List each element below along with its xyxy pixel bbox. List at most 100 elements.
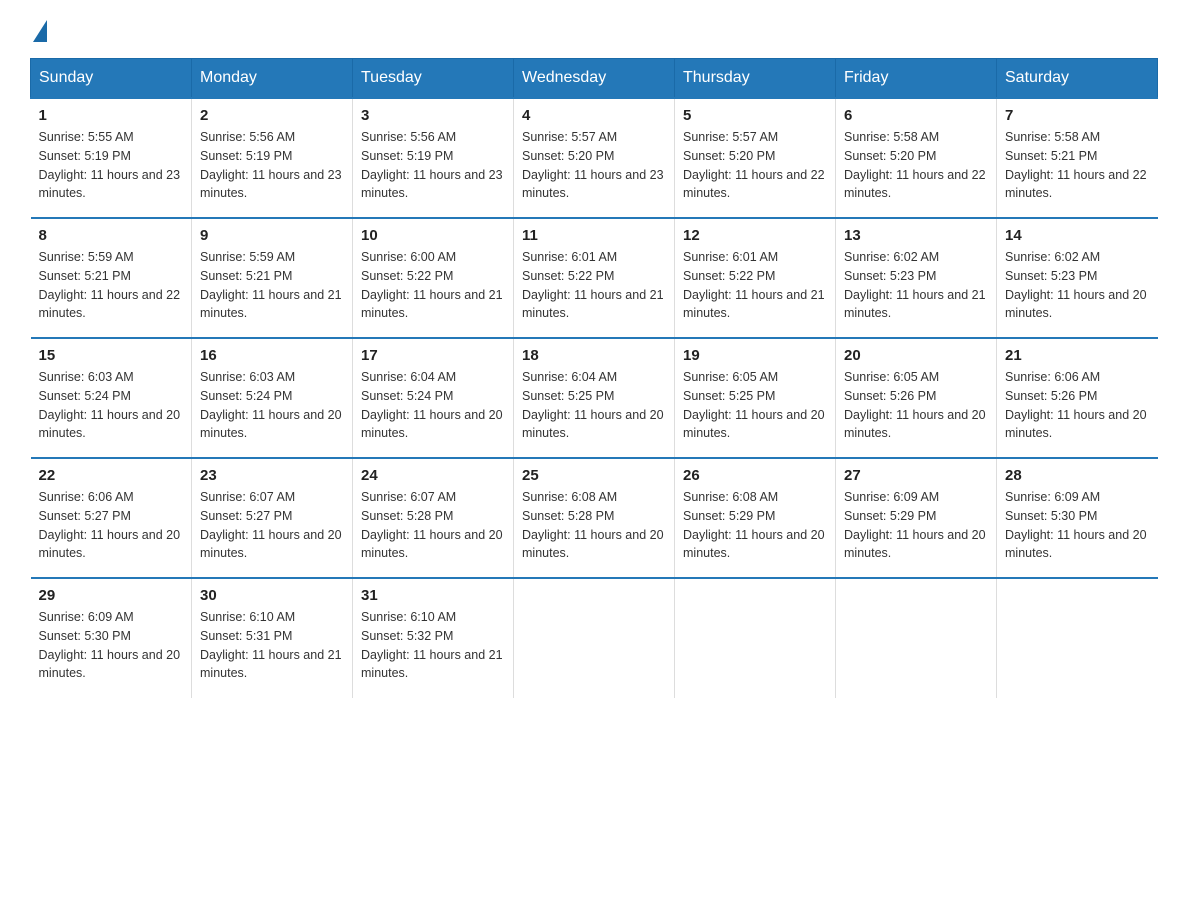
calendar-week-row: 22 Sunrise: 6:06 AMSunset: 5:27 PMDaylig…: [31, 458, 1158, 578]
calendar-cell: 16 Sunrise: 6:03 AMSunset: 5:24 PMDaylig…: [192, 338, 353, 458]
day-info: Sunrise: 6:08 AMSunset: 5:28 PMDaylight:…: [522, 490, 664, 560]
day-number: 15: [39, 347, 184, 364]
calendar-header-wednesday: Wednesday: [514, 59, 675, 99]
day-info: Sunrise: 5:59 AMSunset: 5:21 PMDaylight:…: [39, 250, 181, 320]
day-info: Sunrise: 6:04 AMSunset: 5:24 PMDaylight:…: [361, 370, 503, 440]
day-number: 10: [361, 227, 505, 244]
day-info: Sunrise: 6:00 AMSunset: 5:22 PMDaylight:…: [361, 250, 503, 320]
day-info: Sunrise: 6:04 AMSunset: 5:25 PMDaylight:…: [522, 370, 664, 440]
calendar-cell: 9 Sunrise: 5:59 AMSunset: 5:21 PMDayligh…: [192, 218, 353, 338]
calendar-header-saturday: Saturday: [997, 59, 1158, 99]
day-number: 31: [361, 587, 505, 604]
day-number: 14: [1005, 227, 1150, 244]
calendar-cell: [997, 578, 1158, 698]
day-number: 17: [361, 347, 505, 364]
logo-triangle-icon: [33, 20, 47, 42]
day-number: 27: [844, 467, 988, 484]
day-info: Sunrise: 6:10 AMSunset: 5:32 PMDaylight:…: [361, 610, 503, 680]
day-number: 12: [683, 227, 827, 244]
day-number: 25: [522, 467, 666, 484]
calendar-header-tuesday: Tuesday: [353, 59, 514, 99]
calendar-header-friday: Friday: [836, 59, 997, 99]
page-header: [30, 20, 1158, 38]
day-number: 3: [361, 107, 505, 124]
day-number: 22: [39, 467, 184, 484]
calendar-cell: 23 Sunrise: 6:07 AMSunset: 5:27 PMDaylig…: [192, 458, 353, 578]
day-number: 19: [683, 347, 827, 364]
day-info: Sunrise: 5:59 AMSunset: 5:21 PMDaylight:…: [200, 250, 342, 320]
calendar-cell: 21 Sunrise: 6:06 AMSunset: 5:26 PMDaylig…: [997, 338, 1158, 458]
logo: [30, 20, 47, 38]
day-number: 30: [200, 587, 344, 604]
day-info: Sunrise: 5:56 AMSunset: 5:19 PMDaylight:…: [200, 130, 342, 200]
calendar-cell: 15 Sunrise: 6:03 AMSunset: 5:24 PMDaylig…: [31, 338, 192, 458]
calendar-cell: 14 Sunrise: 6:02 AMSunset: 5:23 PMDaylig…: [997, 218, 1158, 338]
day-info: Sunrise: 5:56 AMSunset: 5:19 PMDaylight:…: [361, 130, 503, 200]
calendar-cell: 17 Sunrise: 6:04 AMSunset: 5:24 PMDaylig…: [353, 338, 514, 458]
day-info: Sunrise: 6:06 AMSunset: 5:26 PMDaylight:…: [1005, 370, 1147, 440]
calendar-header-monday: Monday: [192, 59, 353, 99]
calendar-cell: 13 Sunrise: 6:02 AMSunset: 5:23 PMDaylig…: [836, 218, 997, 338]
day-number: 4: [522, 107, 666, 124]
day-number: 29: [39, 587, 184, 604]
calendar-cell: 5 Sunrise: 5:57 AMSunset: 5:20 PMDayligh…: [675, 98, 836, 218]
day-number: 9: [200, 227, 344, 244]
calendar-cell: 22 Sunrise: 6:06 AMSunset: 5:27 PMDaylig…: [31, 458, 192, 578]
calendar-cell: 18 Sunrise: 6:04 AMSunset: 5:25 PMDaylig…: [514, 338, 675, 458]
day-info: Sunrise: 6:09 AMSunset: 5:30 PMDaylight:…: [1005, 490, 1147, 560]
day-number: 18: [522, 347, 666, 364]
calendar-cell: 27 Sunrise: 6:09 AMSunset: 5:29 PMDaylig…: [836, 458, 997, 578]
calendar-cell: 7 Sunrise: 5:58 AMSunset: 5:21 PMDayligh…: [997, 98, 1158, 218]
calendar-table: SundayMondayTuesdayWednesdayThursdayFrid…: [30, 58, 1158, 698]
day-info: Sunrise: 5:58 AMSunset: 5:21 PMDaylight:…: [1005, 130, 1147, 200]
calendar-cell: 12 Sunrise: 6:01 AMSunset: 5:22 PMDaylig…: [675, 218, 836, 338]
calendar-cell: [675, 578, 836, 698]
calendar-cell: 11 Sunrise: 6:01 AMSunset: 5:22 PMDaylig…: [514, 218, 675, 338]
day-info: Sunrise: 6:09 AMSunset: 5:29 PMDaylight:…: [844, 490, 986, 560]
calendar-cell: 28 Sunrise: 6:09 AMSunset: 5:30 PMDaylig…: [997, 458, 1158, 578]
calendar-header-sunday: Sunday: [31, 59, 192, 99]
day-info: Sunrise: 5:58 AMSunset: 5:20 PMDaylight:…: [844, 130, 986, 200]
day-info: Sunrise: 5:57 AMSunset: 5:20 PMDaylight:…: [683, 130, 825, 200]
day-number: 7: [1005, 107, 1150, 124]
day-info: Sunrise: 6:03 AMSunset: 5:24 PMDaylight:…: [39, 370, 181, 440]
day-info: Sunrise: 6:05 AMSunset: 5:25 PMDaylight:…: [683, 370, 825, 440]
calendar-cell: 1 Sunrise: 5:55 AMSunset: 5:19 PMDayligh…: [31, 98, 192, 218]
calendar-cell: 24 Sunrise: 6:07 AMSunset: 5:28 PMDaylig…: [353, 458, 514, 578]
calendar-cell: 4 Sunrise: 5:57 AMSunset: 5:20 PMDayligh…: [514, 98, 675, 218]
day-number: 28: [1005, 467, 1150, 484]
calendar-cell: 31 Sunrise: 6:10 AMSunset: 5:32 PMDaylig…: [353, 578, 514, 698]
day-info: Sunrise: 6:06 AMSunset: 5:27 PMDaylight:…: [39, 490, 181, 560]
calendar-cell: 3 Sunrise: 5:56 AMSunset: 5:19 PMDayligh…: [353, 98, 514, 218]
calendar-cell: 19 Sunrise: 6:05 AMSunset: 5:25 PMDaylig…: [675, 338, 836, 458]
day-number: 23: [200, 467, 344, 484]
day-info: Sunrise: 5:57 AMSunset: 5:20 PMDaylight:…: [522, 130, 664, 200]
day-info: Sunrise: 6:01 AMSunset: 5:22 PMDaylight:…: [683, 250, 825, 320]
calendar-cell: [836, 578, 997, 698]
day-info: Sunrise: 6:01 AMSunset: 5:22 PMDaylight:…: [522, 250, 664, 320]
calendar-cell: 8 Sunrise: 5:59 AMSunset: 5:21 PMDayligh…: [31, 218, 192, 338]
calendar-cell: 25 Sunrise: 6:08 AMSunset: 5:28 PMDaylig…: [514, 458, 675, 578]
calendar-week-row: 8 Sunrise: 5:59 AMSunset: 5:21 PMDayligh…: [31, 218, 1158, 338]
day-info: Sunrise: 6:07 AMSunset: 5:27 PMDaylight:…: [200, 490, 342, 560]
day-info: Sunrise: 6:02 AMSunset: 5:23 PMDaylight:…: [844, 250, 986, 320]
calendar-cell: 26 Sunrise: 6:08 AMSunset: 5:29 PMDaylig…: [675, 458, 836, 578]
day-info: Sunrise: 6:07 AMSunset: 5:28 PMDaylight:…: [361, 490, 503, 560]
day-number: 11: [522, 227, 666, 244]
day-number: 24: [361, 467, 505, 484]
day-number: 5: [683, 107, 827, 124]
calendar-cell: 29 Sunrise: 6:09 AMSunset: 5:30 PMDaylig…: [31, 578, 192, 698]
day-number: 8: [39, 227, 184, 244]
calendar-week-row: 29 Sunrise: 6:09 AMSunset: 5:30 PMDaylig…: [31, 578, 1158, 698]
calendar-cell: 20 Sunrise: 6:05 AMSunset: 5:26 PMDaylig…: [836, 338, 997, 458]
calendar-cell: 2 Sunrise: 5:56 AMSunset: 5:19 PMDayligh…: [192, 98, 353, 218]
day-number: 1: [39, 107, 184, 124]
day-number: 21: [1005, 347, 1150, 364]
calendar-week-row: 15 Sunrise: 6:03 AMSunset: 5:24 PMDaylig…: [31, 338, 1158, 458]
day-number: 13: [844, 227, 988, 244]
calendar-cell: [514, 578, 675, 698]
day-info: Sunrise: 6:02 AMSunset: 5:23 PMDaylight:…: [1005, 250, 1147, 320]
day-number: 6: [844, 107, 988, 124]
day-info: Sunrise: 5:55 AMSunset: 5:19 PMDaylight:…: [39, 130, 181, 200]
calendar-cell: 6 Sunrise: 5:58 AMSunset: 5:20 PMDayligh…: [836, 98, 997, 218]
